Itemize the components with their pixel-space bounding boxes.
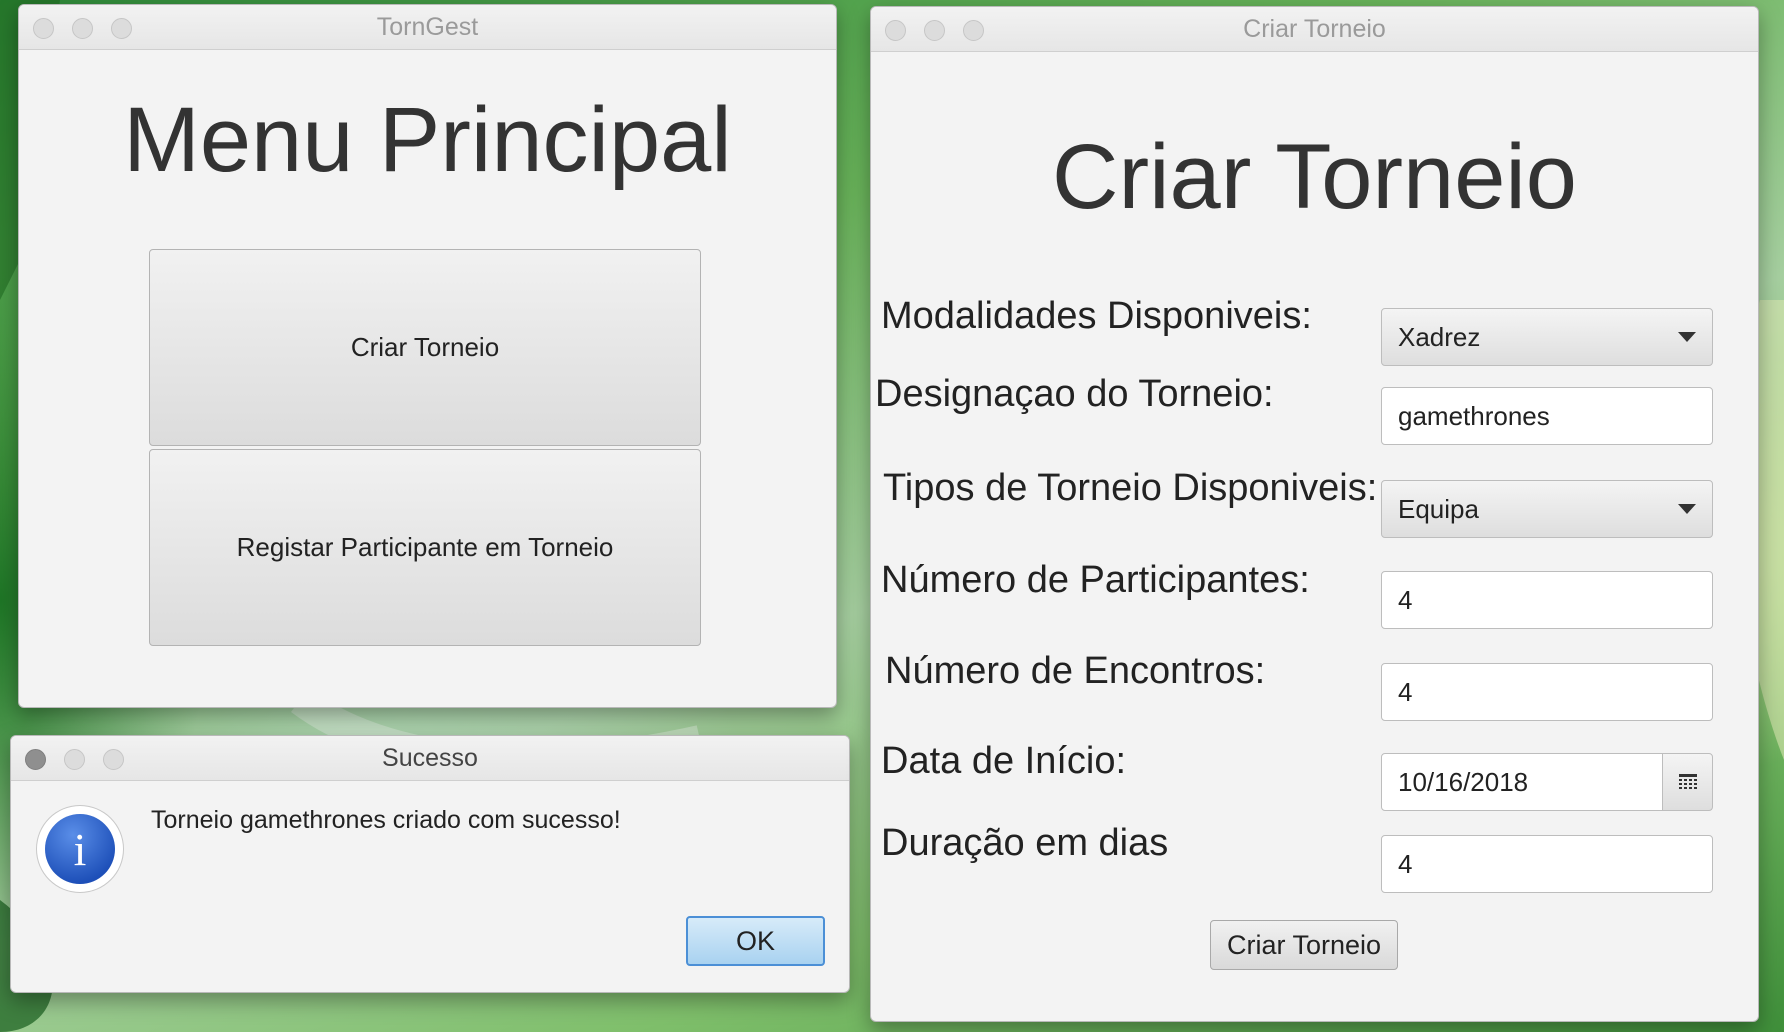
criar-torneio-window: Criar Torneio Criar Torneio Modalidades … (870, 6, 1759, 1022)
data-value: 10/16/2018 (1398, 766, 1529, 797)
success-dialog: Sucesso i Torneio gamethrones criado com… (10, 735, 850, 993)
modalidades-label: Modalidades Disponiveis: (881, 295, 1312, 337)
designacao-label: Designaçao do Torneio: (875, 373, 1274, 415)
tipos-label: Tipos de Torneio Disponiveis: (883, 467, 1378, 509)
calendar-icon (1678, 774, 1697, 789)
success-dialog-titlebar[interactable]: Sucesso (11, 736, 849, 781)
info-glyph: i (45, 814, 115, 884)
encontros-input[interactable]: 4 (1381, 663, 1713, 721)
main-menu-window: TornGest Menu Principal Criar Torneio Re… (18, 4, 837, 708)
criar-torneio-submit-button[interactable]: Criar Torneio (1210, 920, 1398, 970)
encontros-value: 4 (1398, 676, 1413, 707)
data-input[interactable]: 10/16/2018 (1381, 753, 1663, 811)
duracao-input[interactable]: 4 (1381, 835, 1713, 893)
participantes-label: Número de Participantes: (881, 559, 1310, 601)
criar-torneio-button[interactable]: Criar Torneio (149, 249, 701, 446)
criar-torneio-titlebar[interactable]: Criar Torneio (871, 7, 1758, 52)
participantes-input[interactable]: 4 (1381, 571, 1713, 629)
window-title: Criar Torneio (1243, 15, 1386, 43)
encontros-label: Número de Encontros: (885, 650, 1266, 692)
modalidades-select[interactable]: Xadrez (1381, 308, 1713, 366)
data-label: Data de Início: (881, 740, 1127, 782)
calendar-button[interactable] (1662, 753, 1713, 811)
info-icon: i (37, 806, 123, 892)
chevron-down-icon (1678, 332, 1696, 342)
modalidades-value: Xadrez (1398, 321, 1481, 352)
duracao-label: Duração em dias (881, 822, 1169, 864)
chevron-down-icon (1678, 504, 1696, 514)
success-message: Torneio gamethrones criado com sucesso! (151, 806, 621, 834)
form-title: Criar Torneio (1052, 126, 1577, 228)
tipos-select[interactable]: Equipa (1381, 480, 1713, 538)
designacao-input[interactable]: gamethrones (1381, 387, 1713, 445)
registar-participante-button[interactable]: Registar Participante em Torneio (149, 449, 701, 646)
page-title: Menu Principal (123, 89, 732, 191)
participantes-value: 4 (1398, 584, 1413, 615)
designacao-value: gamethrones (1398, 400, 1550, 431)
window-title: TornGest (376, 13, 479, 41)
main-menu-titlebar[interactable]: TornGest (19, 5, 836, 50)
window-title: Sucesso (382, 744, 478, 772)
tipos-value: Equipa (1398, 493, 1479, 524)
ok-button[interactable]: OK (686, 916, 825, 966)
duracao-value: 4 (1398, 848, 1413, 879)
